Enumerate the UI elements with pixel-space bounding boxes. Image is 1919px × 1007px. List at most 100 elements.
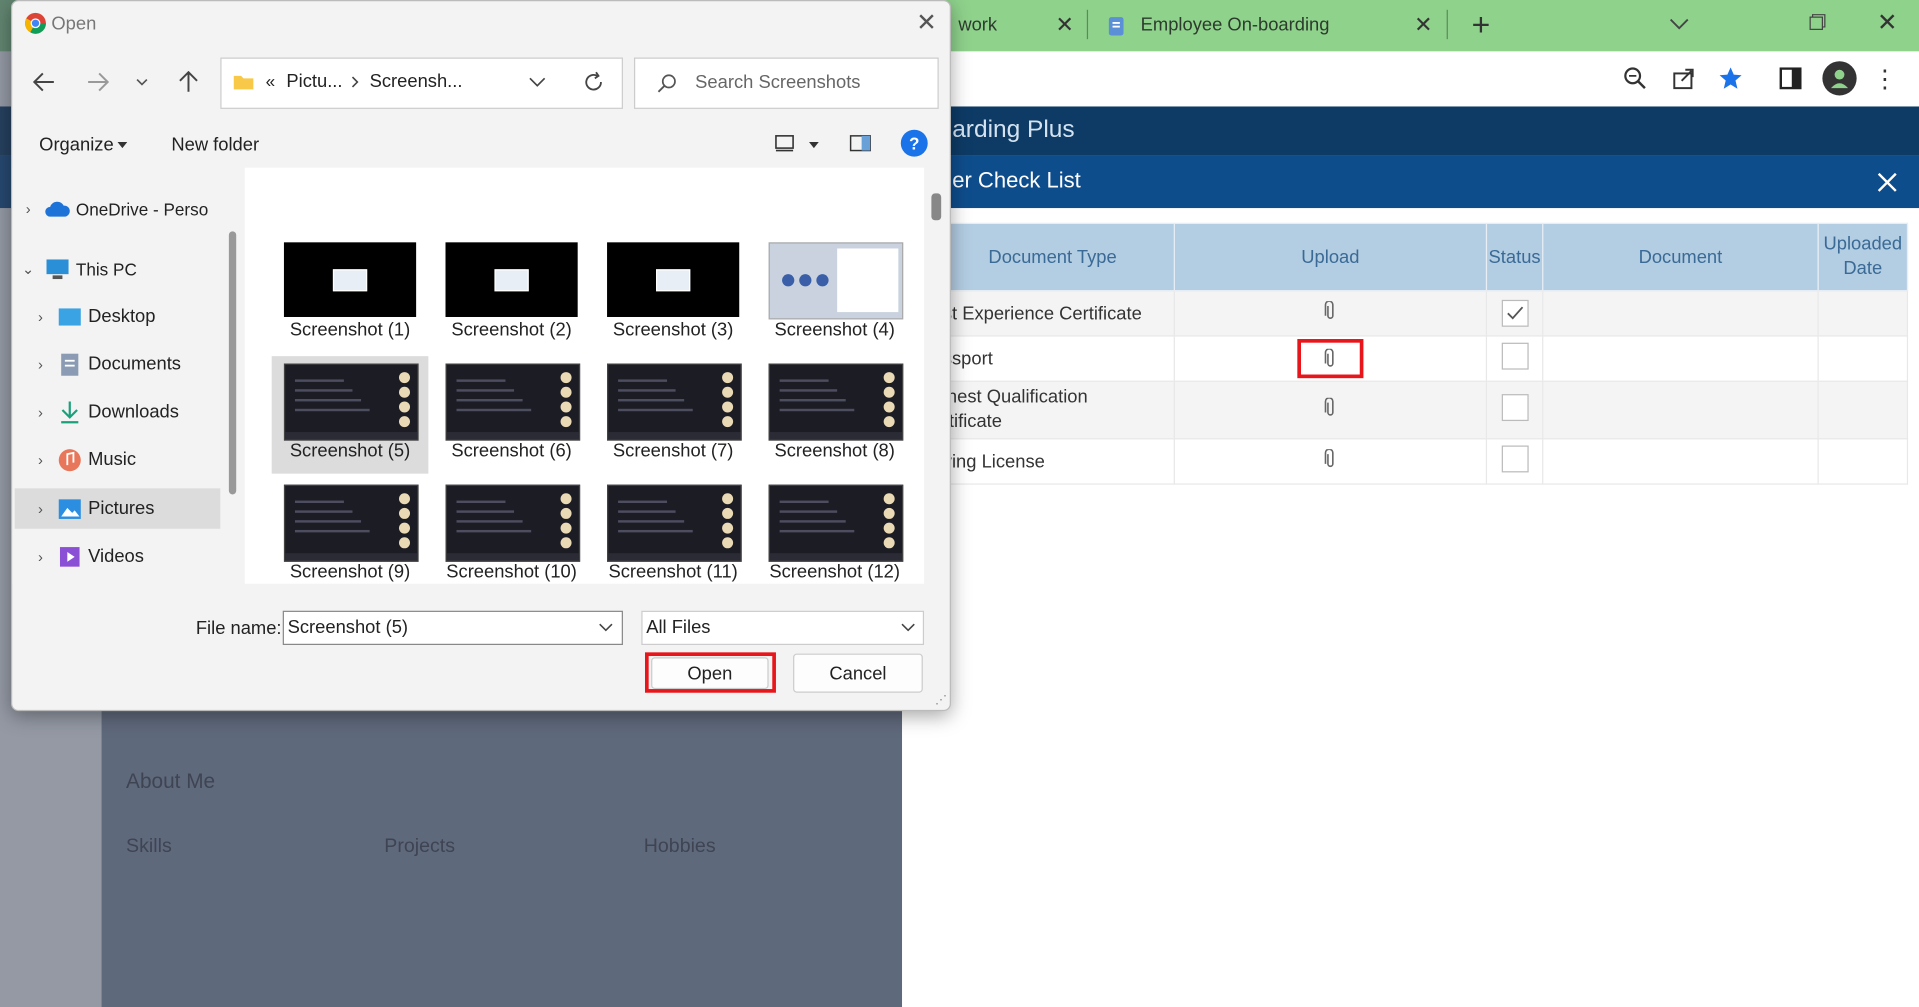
breadcrumb-screenshots[interactable]: Screensh... (370, 71, 463, 92)
checklist-modal-title: er Check List (952, 167, 1081, 193)
paperclip-icon[interactable] (1322, 397, 1339, 418)
chevron-down-icon[interactable] (1667, 12, 1691, 36)
recent-locations-chevron-icon[interactable] (130, 70, 154, 94)
file-tile[interactable]: Screenshot (11) (595, 477, 752, 583)
file-thumbnail (768, 363, 904, 441)
up-arrow-icon[interactable] (171, 65, 205, 99)
breadcrumb-pictures[interactable]: Pictu... (286, 71, 342, 92)
table-row: assport (930, 335, 1909, 382)
expand-chevron-icon[interactable]: › (12, 200, 44, 217)
tab-work-label[interactable]: work (958, 15, 997, 36)
file-thumbnail (768, 242, 904, 320)
breadcrumb-prefix: « (265, 70, 276, 91)
music-icon (56, 447, 83, 471)
paperclip-icon[interactable] (1322, 449, 1339, 469)
expand-chevron-icon[interactable]: › (24, 451, 56, 468)
preview-pane-icon[interactable] (847, 132, 874, 154)
restore-window-icon[interactable] (1805, 10, 1829, 34)
view-options-icon[interactable] (771, 132, 798, 154)
address-bar[interactable]: « Pictu... Screensh... (220, 57, 623, 109)
organize-button[interactable]: Organize (39, 135, 114, 156)
column-header-status: Status (1485, 222, 1544, 292)
close-modal-icon[interactable] (1873, 168, 1902, 197)
cancel-button[interactable]: Cancel (793, 653, 923, 693)
status-checkbox[interactable] (1501, 394, 1529, 422)
file-tile[interactable]: Screenshot (10) (433, 477, 590, 583)
nav-item-documents[interactable]: › Documents (24, 344, 232, 384)
upload-cell (1173, 438, 1488, 485)
expand-chevron-icon[interactable]: › (24, 500, 56, 517)
file-tile[interactable]: Screenshot (6) (433, 356, 590, 473)
file-type-dropdown-icon[interactable] (900, 619, 917, 634)
file-name-dropdown-icon[interactable] (597, 619, 614, 634)
app-title: arding Plus (952, 116, 1075, 144)
projects-link[interactable]: Projects (384, 836, 455, 858)
tab-employee-onboarding-label[interactable]: Employee On-boarding (1141, 15, 1330, 36)
address-dropdown-icon[interactable] (528, 73, 548, 90)
nav-item-downloads[interactable]: › Downloads (24, 392, 232, 432)
paperclip-icon[interactable] (1322, 348, 1339, 369)
share-icon[interactable] (1669, 64, 1698, 93)
status-checkbox[interactable] (1501, 445, 1529, 473)
status-checkbox[interactable] (1501, 342, 1529, 370)
close-dialog-icon[interactable]: ✕ (913, 9, 940, 36)
skills-link[interactable]: Skills (126, 836, 172, 858)
file-thumbnail (607, 484, 742, 562)
nav-item-onedrive[interactable]: › OneDrive - Perso (12, 188, 220, 228)
forward-arrow-icon[interactable] (81, 65, 115, 99)
nav-item-music[interactable]: › Music (24, 439, 232, 479)
file-tile[interactable]: Screenshot (4) (756, 235, 913, 352)
expand-chevron-icon[interactable]: › (24, 356, 56, 373)
file-name-value[interactable]: Screenshot (5) (288, 617, 408, 638)
profile-icon[interactable] (1822, 61, 1857, 96)
file-tile[interactable]: Screenshot (8) (756, 356, 913, 473)
new-tab-button[interactable]: + (1466, 6, 1495, 43)
collapse-chevron-icon[interactable]: ⌄ (12, 260, 44, 277)
side-panel-icon[interactable] (1776, 64, 1805, 93)
refresh-icon[interactable] (581, 70, 605, 94)
open-button[interactable]: Open (651, 657, 769, 690)
file-tile[interactable]: Screenshot (7) (595, 356, 752, 473)
expand-chevron-icon[interactable]: › (24, 548, 56, 565)
file-tile[interactable]: Screenshot (3) (595, 235, 752, 352)
paperclip-icon[interactable] (1322, 301, 1339, 321)
organize-dropdown-icon[interactable] (116, 138, 128, 150)
nav-label: Downloads (88, 401, 179, 423)
file-tile[interactable]: Screenshot (2) (433, 235, 590, 352)
file-tile[interactable]: Screenshot (1) (272, 235, 429, 352)
file-tile[interactable]: Screenshot (5) (271, 356, 429, 474)
file-name-input[interactable]: Screenshot (5) (282, 610, 623, 645)
upload-highlight-box[interactable] (1297, 339, 1364, 379)
breadcrumb-chevron-icon (349, 75, 361, 90)
file-name-caption: Screenshot (9) (289, 561, 411, 583)
bookmark-star-icon[interactable] (1716, 64, 1745, 93)
new-folder-button[interactable]: New folder (171, 135, 259, 156)
back-arrow-icon[interactable] (27, 65, 61, 99)
view-dropdown-icon[interactable] (808, 138, 820, 150)
nav-scrollbar[interactable] (228, 231, 237, 495)
search-box[interactable]: Search Screenshots (633, 57, 939, 109)
nav-item-videos[interactable]: › Videos (24, 536, 232, 576)
file-type-select[interactable]: All Files (641, 610, 925, 645)
close-window-icon[interactable]: ✕ (1873, 7, 1902, 36)
hobbies-link[interactable]: Hobbies (644, 836, 716, 858)
close-tab-work-icon[interactable]: ✕ (1053, 12, 1077, 36)
file-tile[interactable]: Screenshot (9) (272, 477, 429, 583)
nav-item-this-pc[interactable]: ⌄ This PC (12, 248, 220, 288)
menu-icon[interactable]: ⋮ (1873, 64, 1897, 93)
nav-item-pictures[interactable]: › Pictures (14, 488, 221, 529)
status-checkbox[interactable] (1501, 299, 1529, 327)
pictures-icon (56, 496, 83, 520)
file-open-dialog: Open ✕ « Pictu... Screensh... Search Scr… (11, 0, 951, 712)
help-icon[interactable]: ? (900, 129, 928, 157)
resize-grip-icon[interactable]: ⋰ (935, 694, 947, 707)
checklist-table-container: Document Type Upload Status Document Upl… (930, 222, 1909, 485)
nav-item-desktop[interactable]: › Desktop (24, 296, 232, 336)
expand-chevron-icon[interactable]: › (24, 403, 56, 420)
expand-chevron-icon[interactable]: › (24, 308, 56, 325)
search-input-placeholder[interactable]: Search Screenshots (695, 72, 860, 93)
zoom-icon[interactable] (1620, 64, 1649, 93)
file-tile[interactable]: Screenshot (12) (756, 477, 913, 583)
file-grid-scrollbar[interactable] (931, 193, 942, 221)
close-tab-onboarding-icon[interactable]: ✕ (1411, 12, 1435, 36)
